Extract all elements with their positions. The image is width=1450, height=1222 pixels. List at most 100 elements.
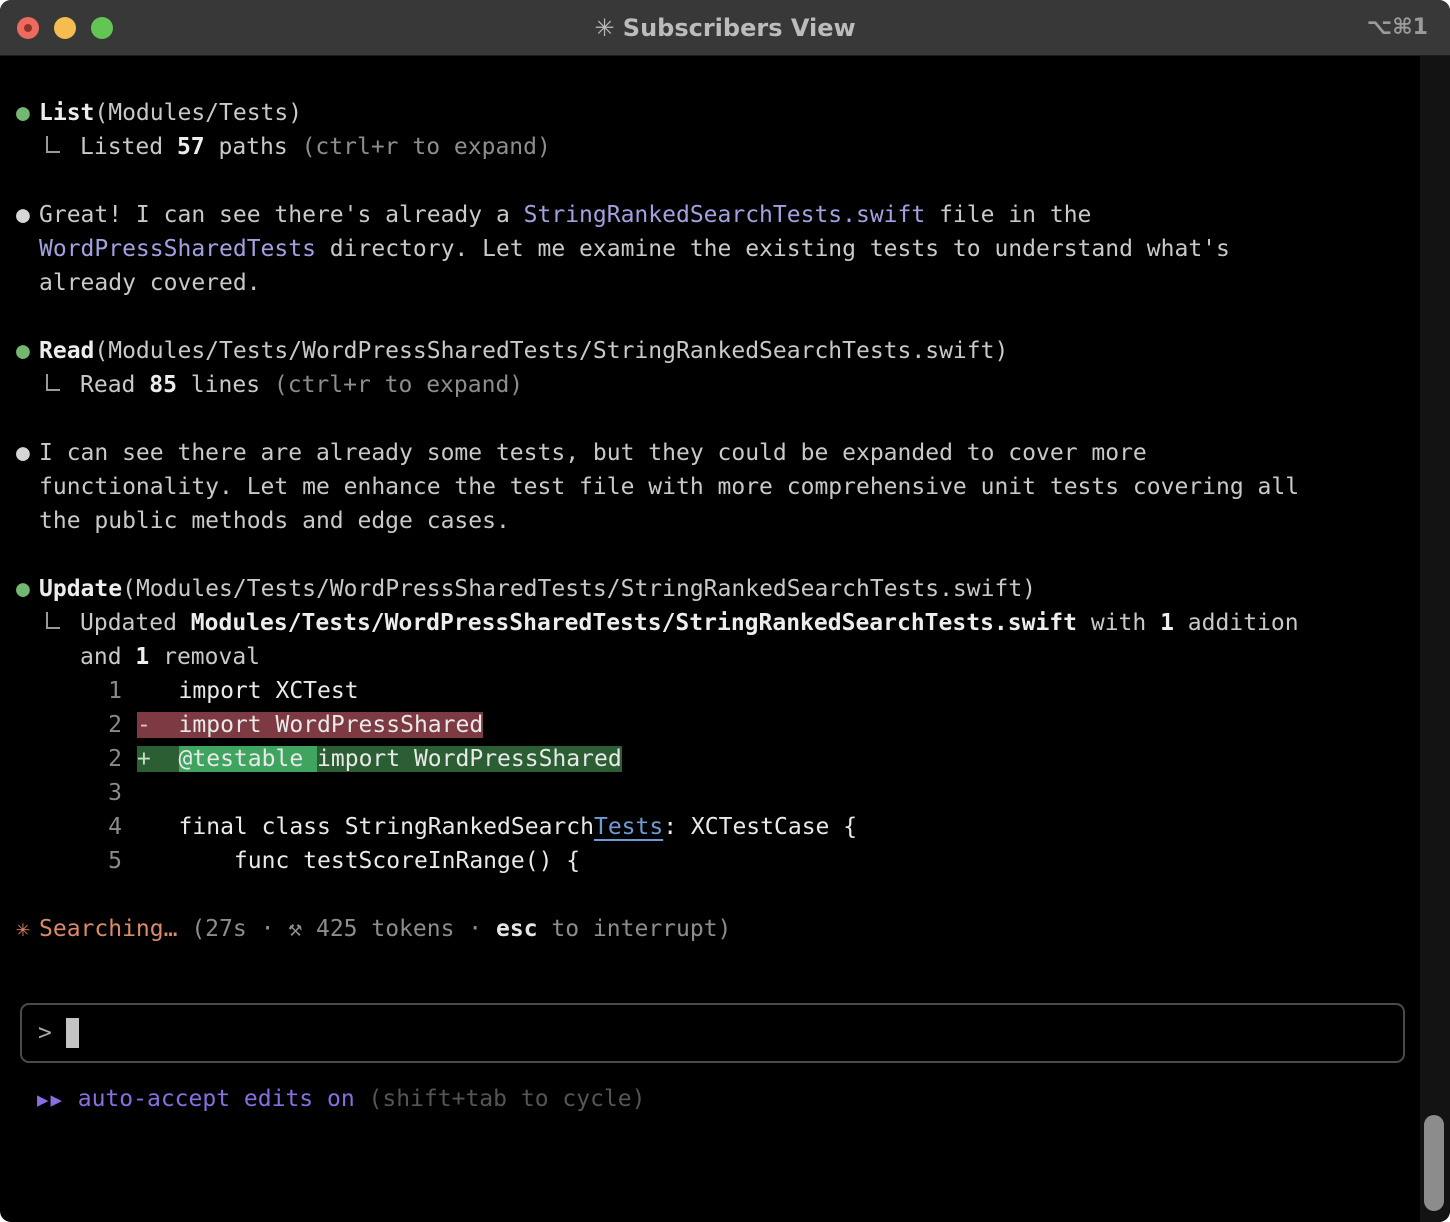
message-bullet-icon: ●	[16, 436, 39, 470]
spinner-icon: ✳	[16, 912, 39, 946]
tool-result-list: Listed 57 paths (ctrl+r to expand)	[0, 130, 1450, 164]
blank-line	[0, 538, 1450, 572]
diff-added-highlight: + @testable import WordPressShared	[137, 746, 622, 772]
diff-line: 4 final class StringRankedSearchTests: X…	[0, 810, 1450, 844]
prompt-input[interactable]: >	[20, 1003, 1405, 1063]
elbow-icon	[46, 612, 60, 629]
diff-code: import WordPressShared	[317, 746, 622, 772]
diff-line: 3	[0, 776, 1450, 810]
auto-accept-icon: ▶▶	[37, 1089, 64, 1111]
result-text: addition	[1174, 610, 1299, 636]
tool-name: Update	[39, 576, 122, 602]
prompt-symbol: >	[38, 1016, 52, 1050]
assistant-message-line: the public methods and edge cases.	[0, 504, 1450, 538]
status-info: (27s ·	[191, 916, 288, 942]
expand-hint: (ctrl+r to expand)	[302, 134, 551, 160]
diff-code: : XCTestCase {	[663, 814, 857, 840]
text-cursor	[66, 1018, 79, 1048]
tool-args: (Modules/Tests)	[94, 100, 302, 126]
diff-plus-sign: +	[137, 746, 179, 772]
message-text: functionality. Let me enhance the test f…	[39, 474, 1299, 500]
message-text: I can see there are already some tests, …	[39, 440, 1147, 466]
blank-line	[0, 300, 1450, 334]
message-text: file in the	[925, 202, 1091, 228]
blank-line	[0, 164, 1450, 198]
diff-line: 1 import XCTest	[0, 674, 1450, 708]
message-text: Great! I can see there's already a	[39, 202, 524, 228]
directory-name: WordPressSharedTests	[39, 236, 316, 262]
terminal-content: ●List(Modules/Tests) Listed 57 paths (ct…	[0, 56, 1450, 1116]
diff-code: func testScoreInRange() {	[137, 848, 580, 874]
tests-link[interactable]: Tests	[594, 814, 663, 840]
assistant-message-line: ●I can see there are already some tests,…	[0, 436, 1450, 470]
elbow-icon	[46, 374, 60, 391]
message-text: the public methods and edge cases.	[39, 508, 510, 534]
tool-result-read: Read 85 lines (ctrl+r to expand)	[0, 368, 1450, 402]
diff-code: import WordPressShared	[179, 712, 484, 738]
tool-call-update: ●Update(Modules/Tests/WordPressSharedTes…	[0, 572, 1450, 606]
tool-name: Read	[39, 338, 94, 364]
assistant-message-line: ●Great! I can see there's already a Stri…	[0, 198, 1450, 232]
result-text: with	[1077, 610, 1160, 636]
token-icon: ⚒	[288, 916, 302, 942]
assistant-message-line: WordPressSharedTests directory. Let me e…	[0, 232, 1450, 266]
tool-call-list: ●List(Modules/Tests)	[0, 96, 1450, 130]
blank-line	[0, 878, 1450, 912]
mode-indicator: ▶▶ auto-accept edits on (shift+tab to cy…	[0, 1082, 1450, 1116]
result-text: Listed	[80, 134, 177, 160]
blank-line	[0, 402, 1450, 436]
result-text: paths	[205, 134, 302, 160]
elbow-icon	[46, 136, 60, 153]
auto-accept-label[interactable]: auto-accept edits on	[64, 1086, 369, 1112]
result-count: 57	[177, 134, 205, 160]
diff-line-removed: 2- import WordPressShared	[0, 708, 1450, 742]
result-text: Updated	[80, 610, 191, 636]
tool-result-update: Updated Modules/Tests/WordPressSharedTes…	[0, 606, 1450, 640]
line-number: 4	[94, 810, 122, 844]
tool-bullet-icon: ●	[16, 96, 39, 130]
line-number: 2	[94, 708, 122, 742]
expand-hint: (ctrl+r to expand)	[274, 372, 523, 398]
tool-bullet-icon: ●	[16, 334, 39, 368]
updated-file-path: Modules/Tests/WordPressSharedTests/Strin…	[191, 610, 1077, 636]
window-title: ✳ Subscribers View	[0, 0, 1450, 56]
message-text: already covered.	[39, 270, 261, 296]
result-text: removal	[149, 644, 260, 670]
file-name: StringRankedSearchTests.swift	[524, 202, 926, 228]
diff-code: import XCTest	[137, 678, 359, 704]
diff-minus-sign: -	[137, 712, 179, 738]
tool-bullet-icon: ●	[16, 572, 39, 606]
diff-added-word-highlight: @testable	[179, 746, 317, 772]
tool-call-read: ●Read(Modules/Tests/WordPressSharedTests…	[0, 334, 1450, 368]
tool-args: (Modules/Tests/WordPressSharedTests/Stri…	[94, 338, 1008, 364]
status-info: 425 tokens ·	[302, 916, 496, 942]
tool-result-update-cont: and 1 removal	[0, 640, 1450, 674]
cycle-hint: (shift+tab to cycle)	[369, 1086, 646, 1112]
assistant-message-line: functionality. Let me enhance the test f…	[0, 470, 1450, 504]
scrollbar-track[interactable]	[1420, 56, 1450, 1222]
result-text: Read	[80, 372, 149, 398]
line-number: 5	[94, 844, 122, 878]
diff-removed-highlight: - import WordPressShared	[137, 712, 483, 738]
titlebar: ✳ Subscribers View ⌥⌘1	[0, 0, 1450, 56]
message-text: directory. Let me examine the existing t…	[316, 236, 1230, 262]
result-count: 85	[149, 372, 177, 398]
result-text: and	[80, 644, 135, 670]
removal-count: 1	[135, 644, 149, 670]
window-shortcut: ⌥⌘1	[1367, 0, 1428, 56]
tool-args: (Modules/Tests/WordPressSharedTests/Stri…	[122, 576, 1036, 602]
terminal-window: ✳ Subscribers View ⌥⌘1 ●List(Modules/Tes…	[0, 0, 1450, 1222]
diff-line: 5 func testScoreInRange() {	[0, 844, 1450, 878]
addition-count: 1	[1160, 610, 1174, 636]
esc-key-hint: esc	[496, 916, 538, 942]
line-number: 3	[94, 776, 122, 810]
assistant-message-line: already covered.	[0, 266, 1450, 300]
scrollbar-thumb[interactable]	[1424, 1115, 1444, 1211]
status-info: to interrupt)	[538, 916, 732, 942]
message-bullet-icon: ●	[16, 198, 39, 232]
diff-line-added: 2+ @testable import WordPressShared	[0, 742, 1450, 776]
diff-code: final class StringRankedSearch	[137, 814, 594, 840]
result-text: lines	[177, 372, 274, 398]
tool-name: List	[39, 100, 94, 126]
status-line: ✳Searching… (27s · ⚒ 425 tokens · esc to…	[0, 912, 1450, 946]
